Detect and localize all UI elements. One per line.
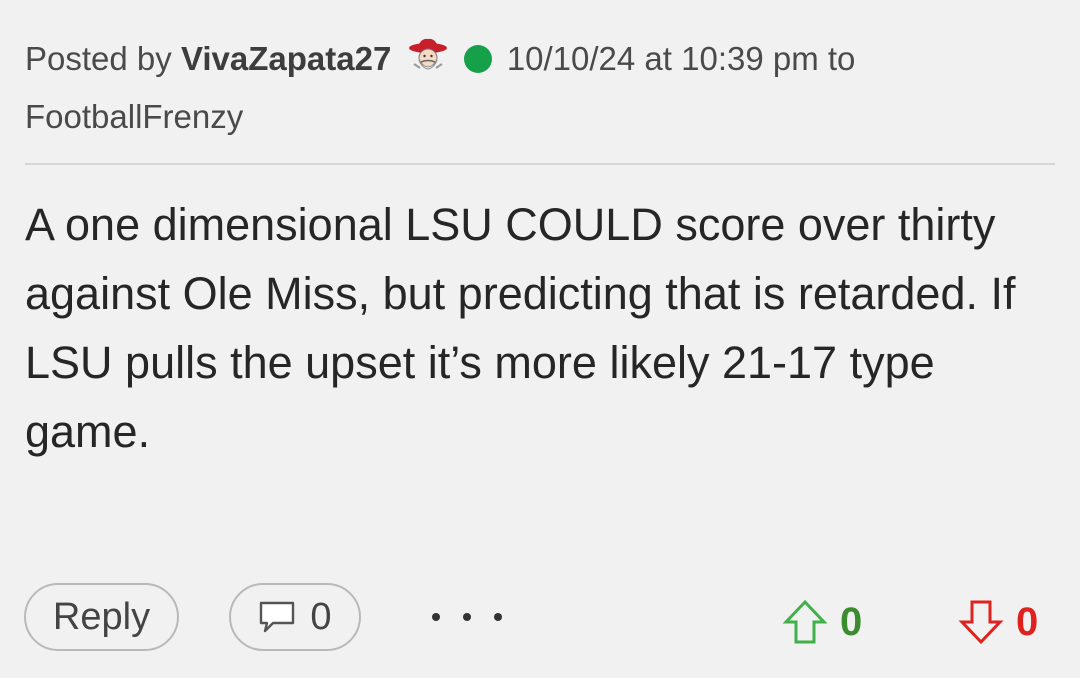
online-status-dot xyxy=(463,45,492,73)
downvote-count: 0 xyxy=(1016,599,1039,644)
post-body: A one dimensional LSU COULD score over t… xyxy=(25,199,1016,457)
username-link[interactable]: VivaZapata27 xyxy=(181,40,391,77)
comments-button[interactable]: 0 xyxy=(229,583,361,651)
comment-bubble-icon xyxy=(258,599,296,635)
forum-post: Posted by VivaZapata27 10/10/24 at 10:39… xyxy=(0,0,1080,678)
downvote-button[interactable]: 0 xyxy=(958,594,1038,650)
upvote-button[interactable]: 0 xyxy=(782,594,862,650)
posted-by-label: Posted by xyxy=(25,40,172,77)
reply-button[interactable]: Reply xyxy=(24,583,179,651)
more-dot xyxy=(463,613,471,621)
arrow-down-icon xyxy=(958,600,1004,645)
more-dots-icon xyxy=(432,613,440,621)
comment-count: 0 xyxy=(310,595,332,638)
board-link[interactable]: FootballFrenzy xyxy=(25,98,243,135)
more-options-button[interactable] xyxy=(432,597,502,637)
upvote-count: 0 xyxy=(840,599,863,644)
more-dot xyxy=(494,613,502,621)
to-label: to xyxy=(827,40,856,77)
post-meta: Posted by VivaZapata27 10/10/24 at 10:39… xyxy=(25,30,1055,146)
post-timestamp: 10/10/24 at 10:39 pm xyxy=(506,40,819,77)
divider xyxy=(25,163,1055,165)
reply-button-label: Reply xyxy=(52,595,151,638)
arrow-up-icon xyxy=(782,599,828,644)
rebel-mascot-icon xyxy=(406,34,450,70)
